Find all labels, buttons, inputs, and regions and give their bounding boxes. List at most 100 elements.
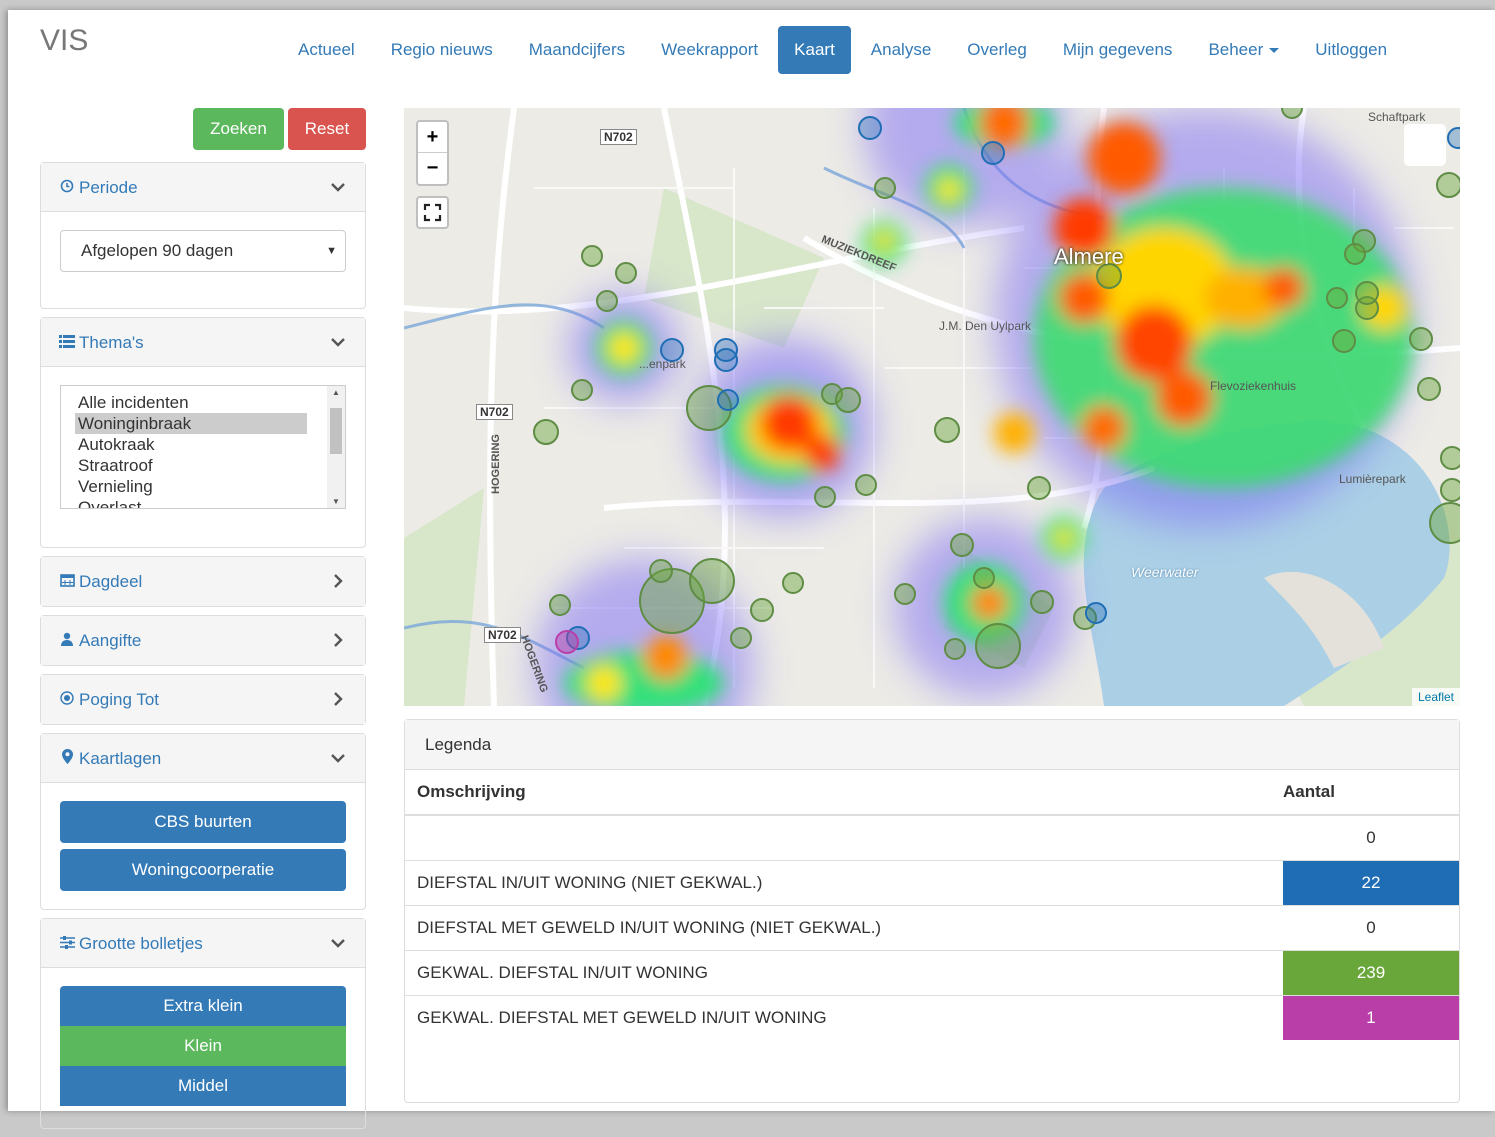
nav-uitloggen[interactable]: Uitloggen xyxy=(1299,26,1403,74)
panel-poging-title: Poging Tot xyxy=(79,690,160,709)
legend-row: 0 xyxy=(405,814,1459,860)
size-middel-button[interactable]: Middel xyxy=(60,1066,346,1106)
panel-grootte-title: Grootte bolletjes xyxy=(79,934,203,953)
map-marker-icon xyxy=(59,734,75,783)
panel-themas-header[interactable]: Thema's xyxy=(41,318,365,367)
size-klein-button[interactable]: Klein xyxy=(60,1026,346,1066)
thema-option[interactable]: Straatroof xyxy=(75,455,307,476)
chevron-down-icon xyxy=(331,183,345,192)
filter-sidebar: Zoeken Reset Periode Afgelopen 90 dagen ▼… xyxy=(40,108,366,1137)
column-header-aantal: Aantal xyxy=(1283,770,1459,816)
panel-poging-header[interactable]: Poging Tot xyxy=(41,675,365,724)
main-nav: Actueel Regio nieuws Maandcijfers Weekra… xyxy=(280,26,1405,74)
panel-grootte: Grootte bolletjes Extra klein Klein Midd… xyxy=(40,918,366,1129)
map-label-ziekenhuis: Flevoziekenhuis xyxy=(1210,379,1297,393)
sliders-icon xyxy=(59,919,75,968)
map-label-park: ...enpark xyxy=(639,357,686,371)
woningcoorperatie-button[interactable]: Woningcoorperatie xyxy=(60,849,346,891)
legend-row-count: 0 xyxy=(1283,814,1459,860)
periode-select-value: Afgelopen 90 dagen xyxy=(81,241,234,260)
panel-periode-title: Periode xyxy=(79,178,138,197)
clock-icon xyxy=(59,163,75,212)
reset-button[interactable]: Reset xyxy=(288,108,366,150)
listbox-scrollbar[interactable]: ▲ ▼ xyxy=(327,386,345,508)
map-label-weerwater: Weerwater xyxy=(1131,564,1199,580)
thema-option-selected[interactable]: Woninginbraak xyxy=(75,413,307,434)
legend-row: GEKWAL. DIEFSTAL IN/UIT WONING 239 xyxy=(405,949,1459,995)
nav-beheer-label: Beheer xyxy=(1208,40,1264,59)
scroll-up-icon[interactable]: ▲ xyxy=(332,388,340,397)
nav-mijn-gegevens[interactable]: Mijn gegevens xyxy=(1047,26,1189,74)
chevron-down-icon xyxy=(331,754,345,763)
zoom-out-button[interactable]: − xyxy=(418,153,447,184)
scrollbar-thumb[interactable] xyxy=(330,408,342,454)
panel-kaartlagen-header[interactable]: Kaartlagen xyxy=(41,734,365,783)
legend-row-description: GEKWAL. DIEFSTAL IN/UIT WONING xyxy=(405,949,1283,995)
brand-logo[interactable]: VIS xyxy=(40,24,88,58)
chevron-right-icon xyxy=(334,692,343,706)
legend-row-count: 1 xyxy=(1283,994,1459,1040)
map-attribution[interactable]: Leaflet xyxy=(1411,688,1460,706)
incident-marker-purple xyxy=(555,630,579,654)
map-label-uylpark: J.M. Den Uylpark xyxy=(939,319,1032,333)
map-label-lumierepark: Lumièrepark xyxy=(1339,472,1406,486)
nav-actueel[interactable]: Actueel xyxy=(282,26,371,74)
themas-listbox[interactable]: Alle incidenten Woninginbraak Autokraak … xyxy=(60,385,346,509)
nav-overleg[interactable]: Overleg xyxy=(951,26,1043,74)
search-button[interactable]: Zoeken xyxy=(193,108,284,150)
size-extra-klein-button[interactable]: Extra klein xyxy=(60,986,346,1026)
legend-row-description: DIEFSTAL MET GEWELD IN/UIT WONING (NIET … xyxy=(405,904,1283,950)
zoom-control: + − xyxy=(416,120,449,186)
thema-option[interactable]: Vernieling xyxy=(75,476,307,497)
app-window: VIS Actueel Regio nieuws Maandcijfers We… xyxy=(8,10,1495,1129)
legend-row-description xyxy=(405,814,1283,860)
panel-dagdeel-header[interactable]: Dagdeel xyxy=(41,557,365,606)
nav-weekrapport[interactable]: Weekrapport xyxy=(645,26,774,74)
panel-poging: Poging Tot xyxy=(40,674,366,725)
map-canvas xyxy=(404,108,1460,706)
periode-select[interactable]: Afgelopen 90 dagen ▼ xyxy=(60,230,346,272)
select-arrow-icon: ▼ xyxy=(326,245,337,257)
scroll-down-icon[interactable]: ▼ xyxy=(332,497,340,506)
panel-themas: Thema's Alle incidenten Woninginbraak Au… xyxy=(40,317,366,548)
chevron-down-icon xyxy=(331,338,345,347)
map-label-city: Almere xyxy=(1054,244,1124,269)
thema-option[interactable]: Overlast xyxy=(75,497,307,508)
panel-aangifte: Aangifte xyxy=(40,615,366,666)
panel-dagdeel-title: Dagdeel xyxy=(79,572,143,591)
chevron-down-icon xyxy=(331,939,345,948)
calendar-icon xyxy=(59,557,75,606)
panel-themas-title: Thema's xyxy=(79,333,144,352)
fullscreen-button[interactable] xyxy=(416,196,449,229)
nav-analyse[interactable]: Analyse xyxy=(855,26,947,74)
thema-option[interactable]: Alle incidenten xyxy=(75,392,307,413)
panel-dagdeel: Dagdeel xyxy=(40,556,366,607)
nav-regio-nieuws[interactable]: Regio nieuws xyxy=(375,26,509,74)
map-label-hogering: HOGERING xyxy=(489,434,502,494)
column-header-omschrijving: Omschrijving xyxy=(405,770,1283,816)
panel-kaartlagen: Kaartlagen CBS buurten Woningcoorperatie xyxy=(40,733,366,910)
legend-row-count: 22 xyxy=(1283,859,1459,905)
layers-control-button[interactable] xyxy=(1404,124,1446,166)
nav-beheer[interactable]: Beheer xyxy=(1192,26,1295,74)
thema-option[interactable]: Autokraak xyxy=(75,434,307,455)
legend-table: Omschrijving Aantal 0 DIEFSTAL IN/UIT WON… xyxy=(405,770,1459,1040)
panel-aangifte-title: Aangifte xyxy=(79,631,142,650)
zoom-in-button[interactable]: + xyxy=(418,122,447,153)
target-icon xyxy=(59,675,75,724)
panel-periode-header[interactable]: Periode xyxy=(41,163,365,212)
panel-aangifte-header[interactable]: Aangifte xyxy=(41,616,365,665)
legend-row-count: 239 xyxy=(1283,949,1459,995)
chevron-right-icon xyxy=(334,633,343,647)
road-shield-n702: N702 xyxy=(600,129,637,145)
legend-row-count: 0 xyxy=(1283,904,1459,950)
nav-kaart[interactable]: Kaart xyxy=(778,26,851,74)
panel-grootte-header[interactable]: Grootte bolletjes xyxy=(41,919,365,968)
list-icon xyxy=(59,318,75,367)
heatmap-map[interactable]: Almere MUZIEKDREEF J.M. Den Uylpark ...e… xyxy=(404,108,1460,706)
legend-row-description: GEKWAL. DIEFSTAL MET GEWELD IN/UIT WONIN… xyxy=(405,994,1283,1040)
chevron-right-icon xyxy=(334,574,343,588)
legend-row: GEKWAL. DIEFSTAL MET GEWELD IN/UIT WONIN… xyxy=(405,994,1459,1040)
cbs-buurten-button[interactable]: CBS buurten xyxy=(60,801,346,843)
nav-maandcijfers[interactable]: Maandcijfers xyxy=(513,26,641,74)
